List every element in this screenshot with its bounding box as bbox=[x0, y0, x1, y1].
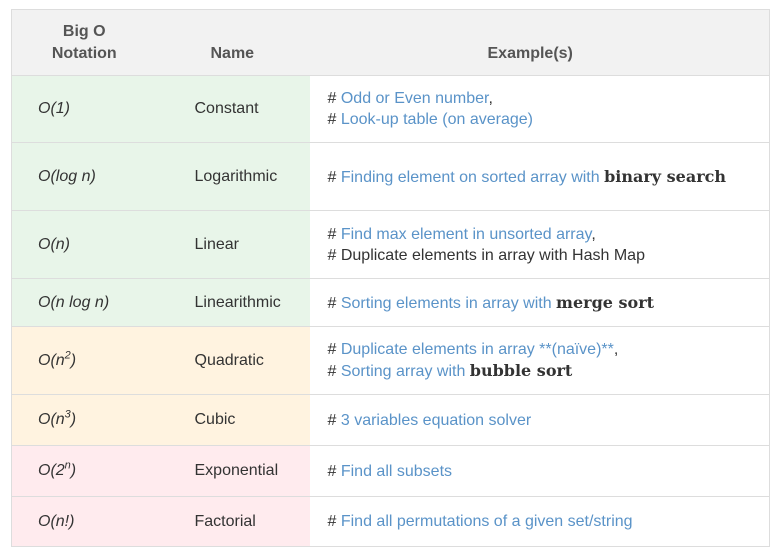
name-cell: Logarithmic bbox=[156, 142, 310, 211]
example-link[interactable]: 3 variables equation solver bbox=[341, 412, 531, 429]
name-cell: Linearithmic bbox=[156, 278, 310, 327]
examples-cell: # 3 variables equation solver bbox=[309, 394, 770, 446]
example-separator: , bbox=[488, 90, 493, 107]
example-link[interactable]: Sorting array with bbox=[341, 363, 470, 380]
header-notation-line1: Big O bbox=[62, 23, 106, 40]
notation-cell: O(n3) bbox=[11, 394, 157, 446]
hash-prefix: # bbox=[327, 513, 341, 530]
example-bold-term: binary search bbox=[604, 166, 727, 186]
notation-end: ) bbox=[70, 351, 77, 369]
header-row: Big O Notation Name Example(s) bbox=[11, 9, 770, 76]
table-row: O(n3) Cubic # 3 variables equation solve… bbox=[11, 394, 770, 446]
big-o-complexity-table: Big O Notation Name Example(s) O(1) Const… bbox=[11, 9, 770, 547]
notation-base: O(n bbox=[38, 351, 65, 369]
hash-prefix: # bbox=[327, 90, 341, 107]
examples-cell: # Odd or Even number, # Look-up table (o… bbox=[309, 75, 770, 143]
name-cell: Quadratic bbox=[156, 326, 310, 395]
example-link[interactable]: Find max element in unsorted array bbox=[341, 226, 591, 243]
hash-prefix: # bbox=[327, 363, 341, 380]
example-bold-term: merge sort bbox=[556, 292, 655, 312]
notation-cell: O(n log n) bbox=[11, 278, 157, 327]
examples-cell: # Finding element on sorted array with b… bbox=[309, 142, 770, 211]
table-row: O(log n) Logarithmic # Finding element o… bbox=[11, 142, 770, 211]
notation-cell: O(n2) bbox=[11, 326, 157, 395]
name-cell: Exponential bbox=[156, 445, 310, 497]
notation-cell: O(n) bbox=[11, 210, 157, 279]
notation-cell: O(log n) bbox=[11, 142, 157, 211]
examples-cell: # Sorting elements in array with merge s… bbox=[309, 278, 770, 327]
examples-cell: # Duplicate elements in array **(naïve)*… bbox=[309, 326, 770, 395]
example-link[interactable]: Finding element on sorted array with bbox=[341, 169, 604, 186]
table-row: O(n log n) Linearithmic # Sorting elemen… bbox=[11, 278, 770, 327]
header-notation-line2: Notation bbox=[51, 45, 117, 62]
table-row: O(2n) Exponential # Find all subsets bbox=[11, 445, 770, 497]
header-examples: Example(s) bbox=[309, 9, 770, 76]
notation-base: O(n bbox=[38, 411, 65, 428]
name-cell: Constant bbox=[156, 75, 310, 143]
example-link[interactable]: Duplicate elements in array **(naïve)** bbox=[341, 341, 614, 358]
table-row: O(n!) Factorial # Find all permutations … bbox=[11, 496, 770, 547]
examples-cell: # Find all permutations of a given set/s… bbox=[309, 496, 770, 547]
table-row: O(n2) Quadratic # Duplicate elements in … bbox=[11, 326, 770, 395]
example-link[interactable]: Look-up table (on average) bbox=[341, 111, 533, 128]
hash-prefix: # bbox=[327, 462, 341, 480]
example-separator: , bbox=[613, 341, 619, 358]
big-o-table-container: Big O Notation Name Example(s) O(1) Const… bbox=[11, 9, 770, 547]
table-row: O(n) Linear # Find max element in unsort… bbox=[11, 210, 770, 279]
hash-prefix: # bbox=[327, 341, 341, 358]
name-cell: Factorial bbox=[156, 496, 310, 547]
notation-cell: O(1) bbox=[11, 75, 157, 143]
header-notation: Big O Notation bbox=[11, 9, 157, 76]
examples-cell: # Find all subsets bbox=[309, 445, 770, 497]
header-name: Name bbox=[156, 9, 310, 76]
table-row: O(1) Constant # Odd or Even number, # Lo… bbox=[11, 75, 770, 143]
example-link[interactable]: Odd or Even number bbox=[341, 90, 489, 107]
example-separator: , bbox=[591, 225, 596, 243]
notation-end: ) bbox=[70, 411, 77, 428]
hash-prefix: # bbox=[327, 294, 341, 312]
example-text: # Duplicate elements in array with Hash … bbox=[327, 246, 645, 264]
notation-cell: O(2n) bbox=[11, 445, 157, 497]
example-bold-term: bubble sort bbox=[469, 361, 573, 380]
notation-cell: O(n!) bbox=[11, 496, 157, 547]
hash-prefix: # bbox=[327, 411, 341, 429]
notation-end: ) bbox=[70, 462, 77, 479]
notation-base: O(2 bbox=[38, 462, 65, 479]
example-link[interactable]: Find all permutations of a given set/str… bbox=[341, 513, 633, 530]
examples-cell: # Find max element in unsorted array, # … bbox=[309, 210, 770, 279]
hash-prefix: # bbox=[327, 168, 341, 186]
name-cell: Cubic bbox=[156, 394, 310, 446]
example-link[interactable]: Find all subsets bbox=[341, 463, 452, 480]
hash-prefix: # bbox=[327, 225, 341, 243]
hash-prefix: # bbox=[327, 111, 341, 128]
name-cell: Linear bbox=[156, 210, 310, 279]
example-link[interactable]: Sorting elements in array with bbox=[341, 295, 556, 312]
